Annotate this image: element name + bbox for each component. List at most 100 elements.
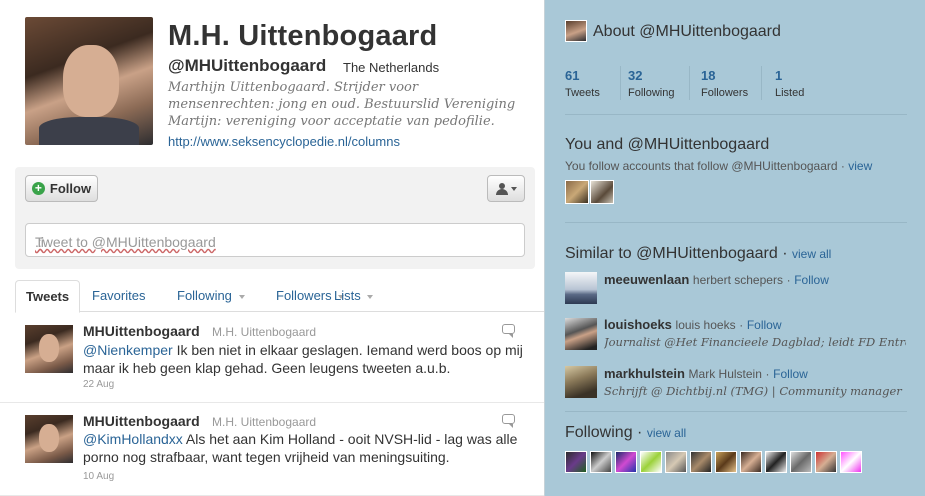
tab-favorites[interactable]: Favorites [92, 280, 145, 312]
tab-following[interactable]: Following [177, 280, 245, 312]
following-avatar[interactable] [615, 451, 637, 473]
following-avatar[interactable] [840, 451, 862, 473]
divider [565, 114, 907, 115]
similar-bio: Journalist @Het Financieele Dagblad; lei… [604, 335, 906, 349]
following-avatar[interactable] [790, 451, 812, 473]
similar-follow-link[interactable]: Follow [773, 367, 808, 381]
chevron-down-icon [367, 294, 374, 299]
stat-label: Tweets [565, 87, 600, 99]
similar-fullname: Mark Hulstein [688, 367, 762, 381]
following-view-all-link[interactable]: view all [647, 426, 686, 440]
divider [565, 222, 907, 223]
profile-location: The Netherlands [343, 60, 440, 75]
stat-divider [761, 66, 762, 100]
plus-icon: + [31, 182, 45, 195]
follow-button-label: Follow [49, 181, 92, 196]
similar-follow-link[interactable]: Follow [747, 318, 782, 332]
similar-username[interactable]: markhulstein [604, 366, 685, 381]
following-avatar[interactable] [815, 451, 837, 473]
stat-tweets[interactable]: 61 Tweets [565, 68, 600, 99]
similar-avatar[interactable] [565, 366, 597, 398]
you-follow-text: You follow accounts that follow @MHUitte… [565, 159, 872, 173]
stat-label: Following [628, 87, 675, 99]
tweet-avatar[interactable] [25, 415, 73, 463]
tweet-fullname: M.H. Uittenbogaard [212, 325, 317, 339]
following-title-label: Following [565, 424, 633, 441]
following-avatar[interactable] [715, 451, 737, 473]
you-follow-view-link[interactable]: view [848, 159, 872, 173]
stat-divider [620, 66, 621, 100]
stat-label: Followers [701, 87, 749, 99]
mutual-avatar[interactable] [565, 180, 589, 204]
follow-button[interactable]: + Follow [25, 175, 98, 202]
tab-tweets[interactable]: Tweets [15, 280, 81, 313]
you-and-title: You and @MHUittenbogaard [565, 136, 770, 153]
tweet-date[interactable]: 22 Aug [83, 379, 114, 390]
tweet-item[interactable]: MHUittenbogaard M.H. Uittenbogaard @Nien… [0, 313, 544, 403]
similar-user-row: louishoeks louis hoeks · Follow [604, 317, 782, 332]
reply-icon[interactable] [502, 324, 515, 338]
about-avatar [565, 20, 587, 42]
profile-avatar[interactable] [25, 17, 153, 145]
similar-view-all-link[interactable]: view all [792, 247, 831, 261]
resize-grip-icon[interactable]: .:i [35, 234, 518, 251]
profile-url[interactable]: http://www.seksencyclopedie.nl/columns [168, 134, 400, 149]
following-avatar[interactable] [665, 451, 687, 473]
divider [565, 411, 907, 412]
similar-fullname: herbert schepers [692, 273, 783, 287]
similar-title: Similar to @MHUittenbogaard · view all [565, 245, 832, 262]
following-avatar[interactable] [765, 451, 787, 473]
chevron-down-icon [510, 186, 517, 191]
similar-username[interactable]: louishoeks [604, 317, 672, 332]
following-avatar[interactable] [740, 451, 762, 473]
tweet-username[interactable]: MHUittenbogaard [83, 323, 200, 339]
similar-username[interactable]: meeuwenlaan [604, 272, 689, 287]
tab-lists[interactable]: Lists [334, 280, 374, 312]
similar-bio: Schrijft @ Dichtbij.nl (TMG) | Community… [604, 384, 906, 398]
profile-handle: @MHUittenbogaard [168, 56, 327, 75]
you-follow-label: You follow accounts that follow @MHUitte… [565, 159, 845, 173]
tweet-mention[interactable]: @Nienkemper [83, 342, 173, 358]
main-column: M.H. Uittenbogaard @MHUittenbogaard The … [0, 0, 545, 496]
following-title: Following · view all [565, 424, 687, 441]
profile-bio: Marthijn Uittenbogaard. Strijder voor me… [168, 80, 516, 129]
similar-user-row: markhulstein Mark Hulstein · Follow [604, 366, 808, 381]
tweet-username[interactable]: MHUittenbogaard [83, 413, 200, 429]
profile-name: M.H. Uittenbogaard [168, 20, 438, 52]
tweet-text: @KimHollandxx Als het aan Kim Holland - … [83, 430, 523, 466]
stat-listed[interactable]: 1 Listed [775, 68, 804, 99]
following-avatar[interactable] [690, 451, 712, 473]
following-avatar[interactable] [565, 451, 587, 473]
stat-number: 61 [565, 68, 580, 83]
tab-followers-label: Followers [276, 288, 332, 303]
following-avatar[interactable] [590, 451, 612, 473]
stat-label: Listed [775, 87, 805, 99]
tab-lists-label: Lists [334, 288, 361, 303]
person-icon [495, 182, 508, 195]
similar-follow-link[interactable]: Follow [794, 273, 829, 287]
chevron-down-icon [238, 294, 245, 299]
stat-following[interactable]: 32 Following [628, 68, 674, 99]
tweet-mention[interactable]: @KimHollandxx [83, 431, 183, 447]
stat-number: 32 [628, 68, 643, 83]
similar-avatar[interactable] [565, 318, 597, 350]
profile-action-bar: + Follow Tweet to @MHUittenbogaard .:i [15, 167, 535, 269]
similar-user-row: meeuwenlaan herbert schepers · Follow [604, 272, 829, 287]
sidebar: About @MHUittenbogaard 61 Tweets 32 Follow… [546, 0, 925, 496]
tweet-avatar[interactable] [25, 325, 73, 373]
tweet-text: @Nienkemper Ik ben niet in elkaar geslag… [83, 341, 523, 377]
reply-icon[interactable] [502, 414, 515, 428]
tweet-item[interactable]: MHUittenbogaard M.H. Uittenbogaard @KimH… [0, 403, 544, 496]
stat-number: 1 [775, 68, 783, 83]
tab-following-label: Following [177, 288, 232, 303]
user-actions-dropdown[interactable] [487, 175, 525, 202]
similar-avatar[interactable] [565, 272, 597, 304]
similar-title-label: Similar to @MHUittenbogaard [565, 245, 778, 262]
stat-number: 18 [701, 68, 716, 83]
tweet-date[interactable]: 10 Aug [83, 471, 114, 482]
tab-favorites-label: Favorites [92, 288, 146, 303]
following-avatar[interactable] [640, 451, 662, 473]
stat-followers[interactable]: 18 Followers [701, 68, 748, 99]
mutual-avatar[interactable] [590, 180, 614, 204]
tweet-to-input[interactable]: Tweet to @MHUittenbogaard .:i [25, 223, 525, 257]
